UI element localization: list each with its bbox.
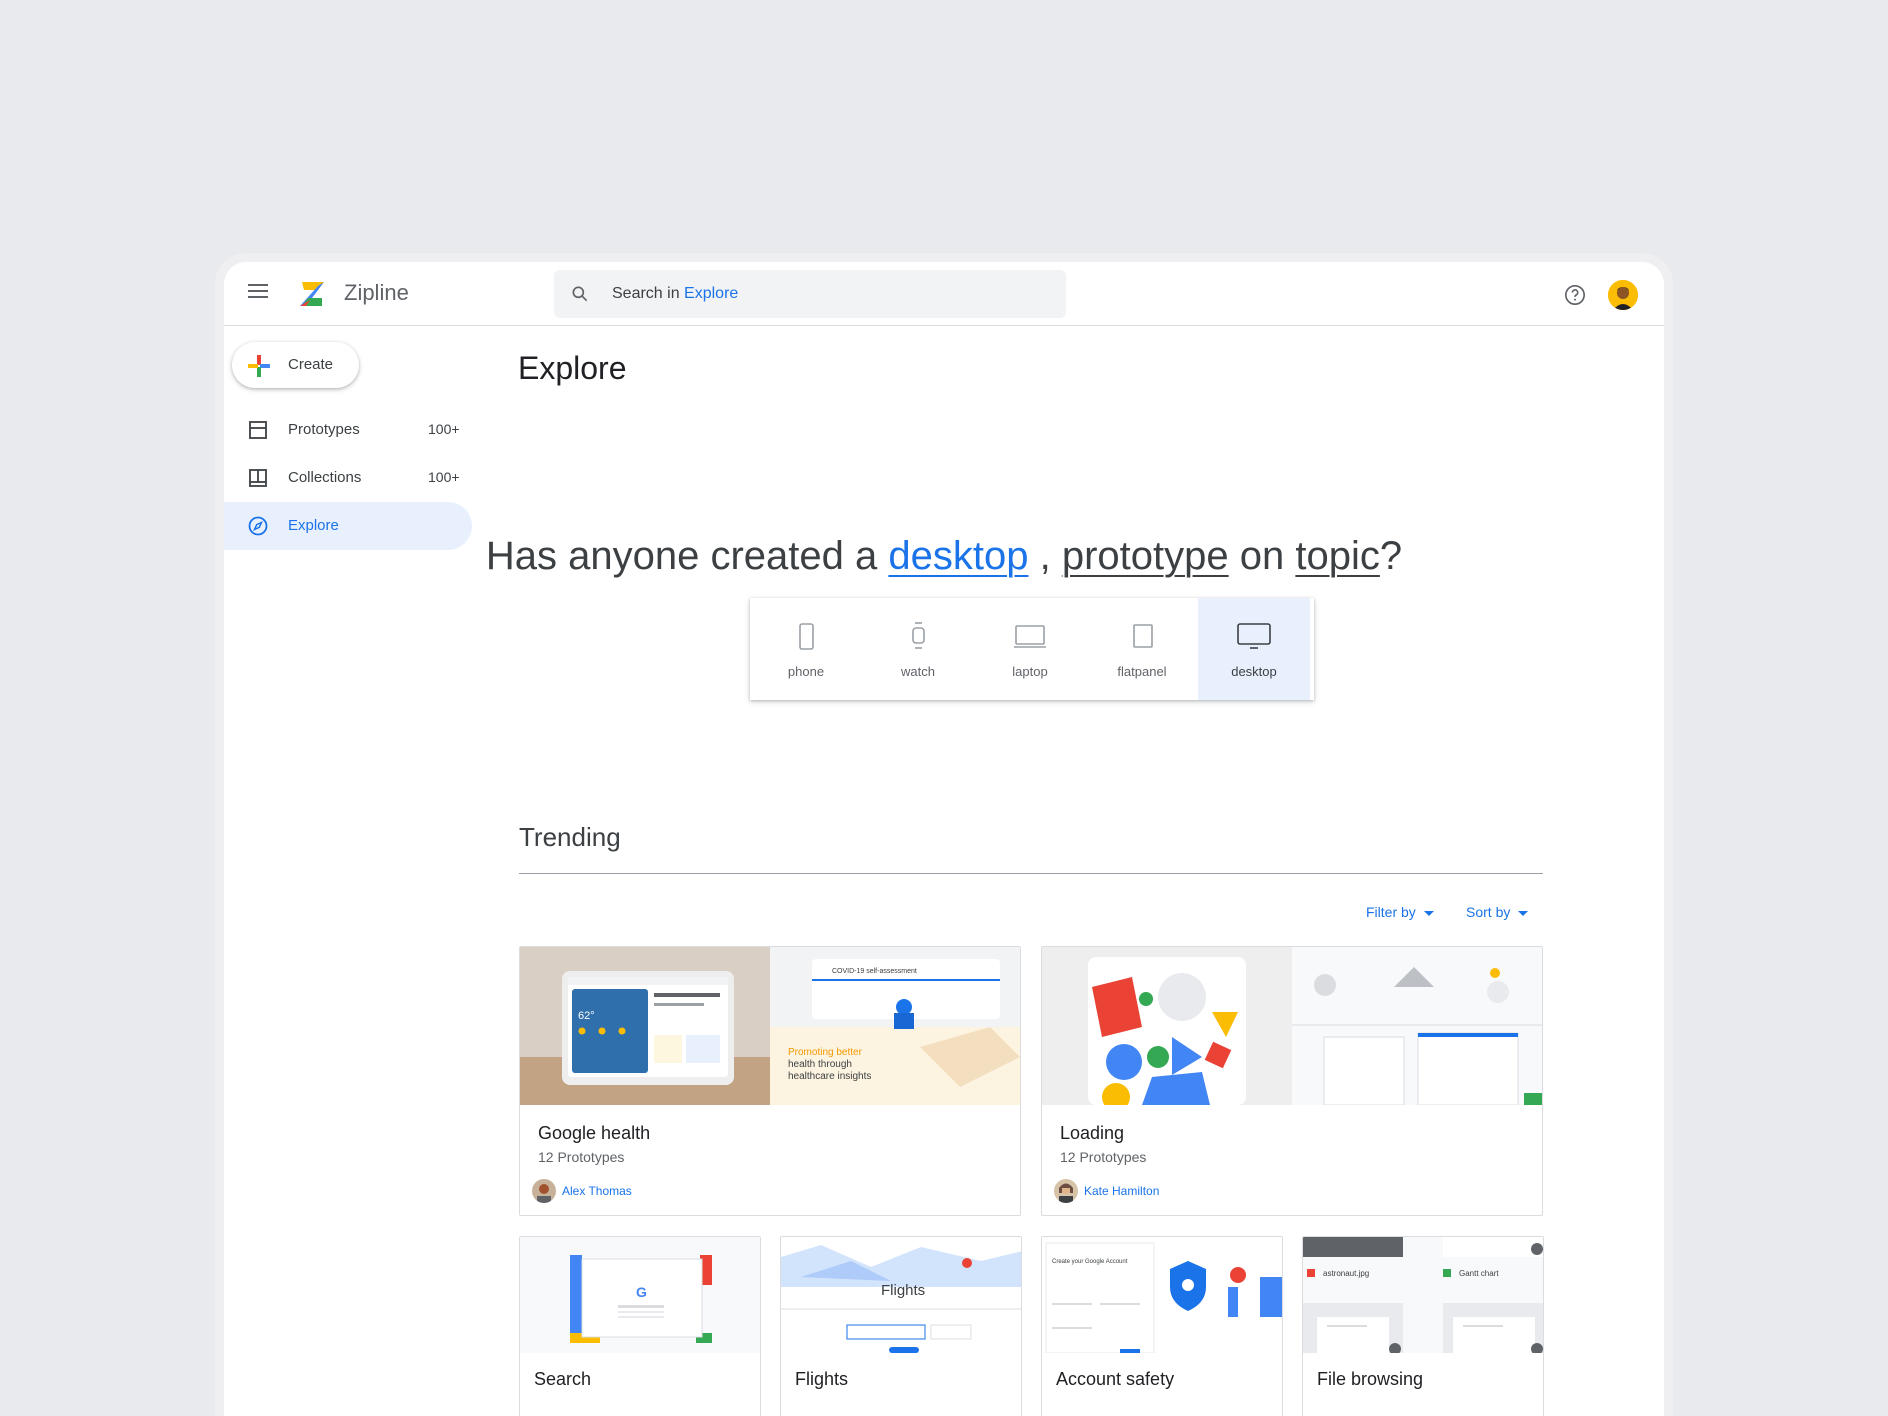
account-avatar[interactable] xyxy=(1608,280,1638,310)
sidebar-item-count: 100+ xyxy=(428,469,460,485)
sort-button[interactable]: Sort by xyxy=(1466,904,1529,920)
card-title: Flights xyxy=(795,1369,849,1389)
owner-name[interactable]: Alex Thomas xyxy=(562,1184,632,1198)
app-window: Zipline Search in Explore Create Prototy… xyxy=(224,262,1664,1416)
sidebar-item-label: Explore xyxy=(288,517,339,534)
svg-text:G: G xyxy=(636,1284,647,1300)
card-thumbnail: Flights xyxy=(781,1237,1021,1353)
owner-name[interactable]: Kate Hamilton xyxy=(1084,1184,1159,1198)
device-label: watch xyxy=(901,664,935,679)
device-picker: phone watch laptop flatpanel desktop xyxy=(750,598,1314,700)
collections-icon xyxy=(249,469,267,487)
topic-link[interactable]: topic xyxy=(1295,534,1380,578)
caret-down-icon xyxy=(1423,910,1434,916)
svg-text:healthcare insights: healthcare insights xyxy=(788,1071,871,1082)
sidebar-item-prototypes[interactable]: Prototypes 100+ xyxy=(224,406,472,454)
device-option-watch[interactable]: watch xyxy=(862,598,974,700)
create-label: Create xyxy=(288,356,334,373)
card-thumbnail: 62° COVID-19 self-assessment Promoting b… xyxy=(520,947,1020,1105)
search-sentence: Has anyone created a desktop , prototype… xyxy=(485,534,1403,578)
search-bar[interactable]: Search in Explore xyxy=(554,270,1066,318)
device-link[interactable]: desktop xyxy=(888,534,1028,578)
card-title: Google health xyxy=(538,1123,651,1143)
card-thumbnail: astronaut.jpg Gantt chart xyxy=(1303,1237,1543,1353)
svg-text:Promoting better: Promoting better xyxy=(788,1047,863,1058)
search-placeholder[interactable]: Search in Explore xyxy=(612,285,738,303)
svg-text:health through: health through xyxy=(788,1059,852,1070)
file-name: astronaut.jpg xyxy=(1323,1269,1369,1278)
collection-card[interactable]: 62° COVID-19 self-assessment Promoting b… xyxy=(519,946,1021,1216)
collection-card[interactable]: astronaut.jpg Gantt chart File browsing xyxy=(1302,1236,1544,1416)
collection-card[interactable]: Create your Google Account Account safet… xyxy=(1041,1236,1283,1416)
sidebar-item-count: 100+ xyxy=(428,421,460,437)
sidebar-item-label: Collections xyxy=(288,469,362,486)
device-label: phone xyxy=(787,664,825,679)
plus-icon xyxy=(248,355,270,377)
create-button[interactable]: Create xyxy=(232,342,359,388)
thumb-title: Flights xyxy=(881,1282,925,1299)
section-divider xyxy=(519,873,1543,874)
card-title: Search xyxy=(534,1369,592,1389)
filter-button[interactable]: Filter by xyxy=(1366,904,1434,920)
card-thumbnail xyxy=(1042,947,1542,1105)
collection-card[interactable]: G Search xyxy=(519,1236,761,1416)
top-app-bar: Zipline Search in Explore xyxy=(224,262,1664,326)
app-title: Zipline xyxy=(344,280,409,305)
watch-icon xyxy=(912,622,925,649)
compass-icon xyxy=(248,516,268,536)
weather-temp: 62° xyxy=(578,1010,595,1022)
zipline-logo xyxy=(300,282,324,306)
device-label: desktop xyxy=(1231,664,1277,679)
thumb-title: Create your Google Account xyxy=(1052,1259,1128,1265)
card-subtitle: 12 Prototypes xyxy=(538,1149,625,1165)
prototypes-icon xyxy=(249,421,267,439)
section-title: Trending xyxy=(519,822,621,852)
card-title: Loading xyxy=(1060,1123,1125,1143)
sidebar-item-explore[interactable]: Explore xyxy=(224,502,472,550)
collection-card[interactable]: Flights Flights xyxy=(780,1236,1022,1416)
card-title: Account safety xyxy=(1056,1369,1175,1389)
phone-icon xyxy=(799,623,814,650)
flatpanel-icon xyxy=(1133,624,1153,648)
device-label: flatpanel xyxy=(1117,664,1167,679)
sidebar-item-label: Prototypes xyxy=(288,421,360,438)
card-subtitle: 12 Prototypes xyxy=(1060,1149,1147,1165)
file-name: Gantt chart xyxy=(1459,1269,1499,1278)
device-label: laptop xyxy=(1012,664,1048,679)
type-link[interactable]: prototype xyxy=(1062,534,1229,578)
menu-icon[interactable] xyxy=(248,284,268,300)
device-option-laptop[interactable]: laptop xyxy=(974,598,1086,700)
laptop-icon xyxy=(1014,625,1046,648)
thumb-header: COVID-19 self-assessment xyxy=(832,968,917,975)
card-thumbnail: Create your Google Account xyxy=(1042,1237,1282,1353)
search-scope: Explore xyxy=(684,285,739,302)
collection-card[interactable]: Loading 12 Prototypes Kate Hamilton xyxy=(1041,946,1543,1216)
avatar xyxy=(1054,1179,1078,1203)
sidebar-item-collections[interactable]: Collections 100+ xyxy=(224,454,472,502)
search-icon xyxy=(572,286,588,302)
card-title: File browsing xyxy=(1317,1369,1424,1389)
device-option-desktop[interactable]: desktop xyxy=(1198,598,1310,700)
device-option-flatpanel[interactable]: flatpanel xyxy=(1086,598,1198,700)
card-thumbnail: G xyxy=(520,1237,760,1353)
avatar xyxy=(532,1179,556,1203)
page-title: Explore xyxy=(518,350,627,386)
desktop-icon xyxy=(1237,623,1271,649)
caret-down-icon xyxy=(1518,910,1529,916)
device-option-phone[interactable]: phone xyxy=(750,598,862,700)
help-icon[interactable] xyxy=(1564,284,1586,306)
